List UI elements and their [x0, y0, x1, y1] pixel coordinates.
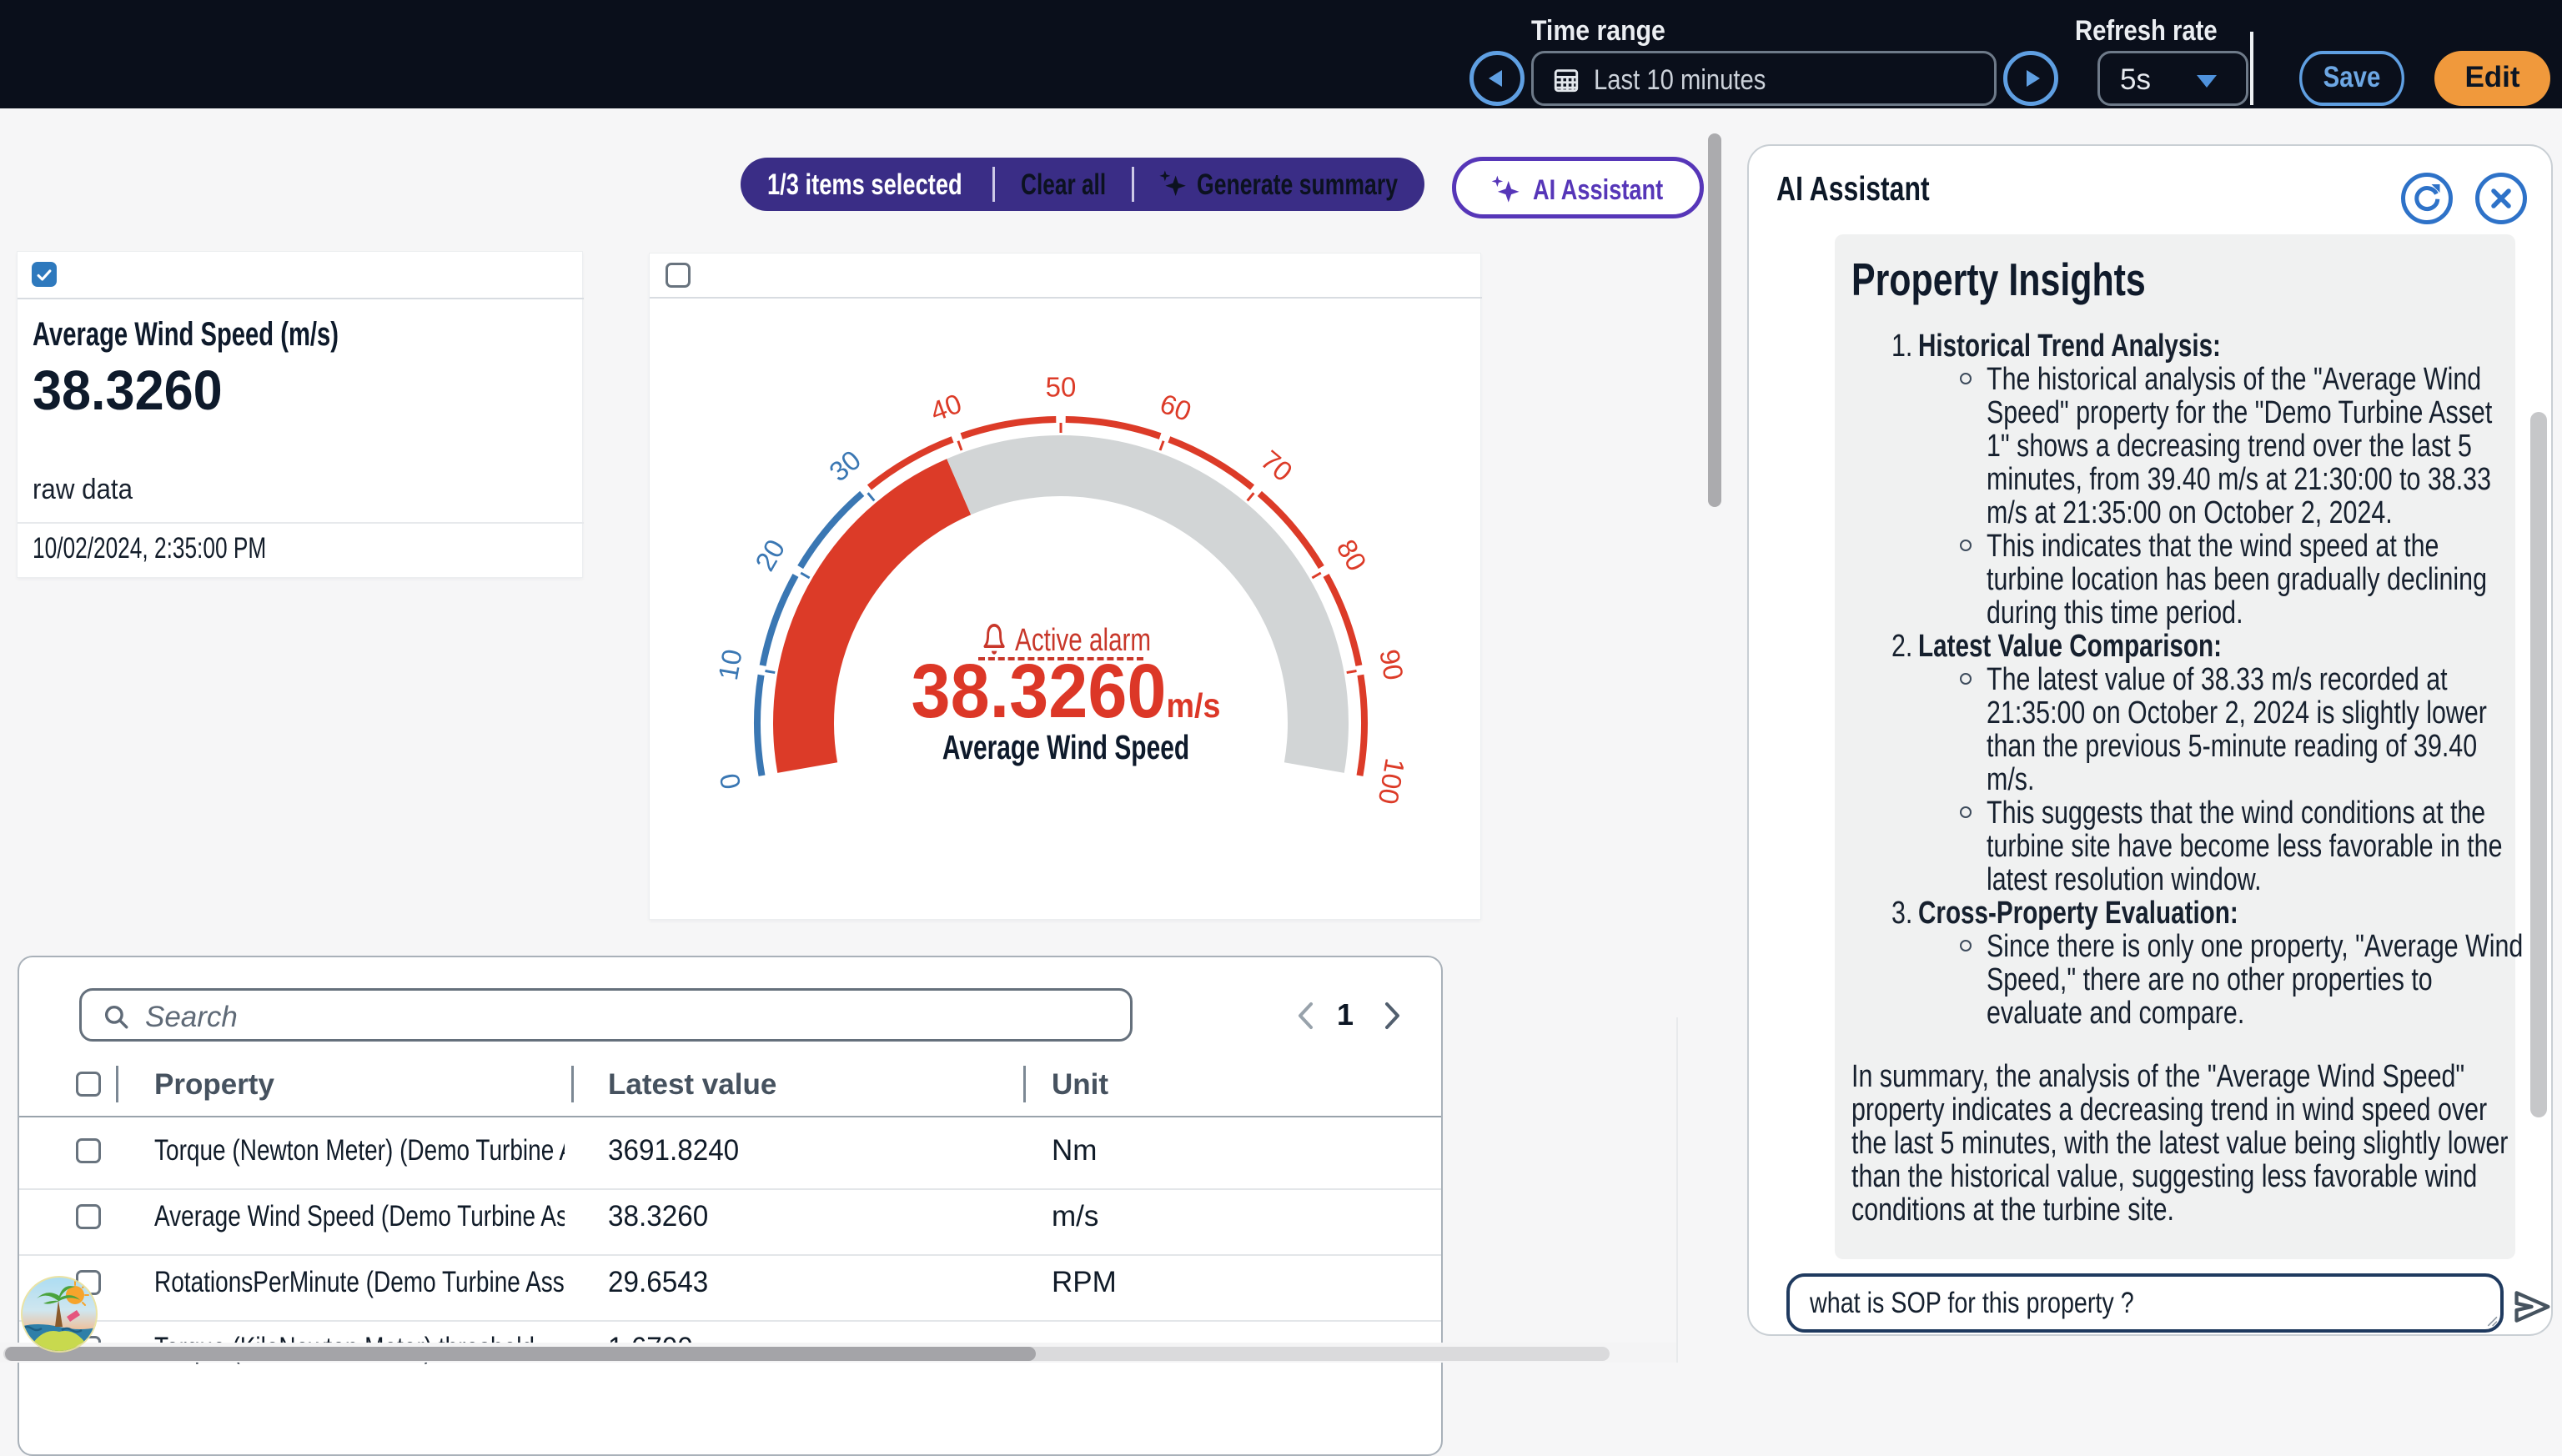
svg-text:80: 80	[1331, 534, 1373, 575]
svg-text:40: 40	[927, 388, 966, 427]
svg-text:60: 60	[1156, 388, 1195, 427]
svg-text:100: 100	[1373, 756, 1411, 807]
svg-text:70: 70	[1255, 444, 1299, 487]
svg-text:30: 30	[823, 444, 867, 487]
svg-text:50: 50	[1046, 372, 1077, 403]
svg-text:0: 0	[714, 771, 747, 792]
svg-text:20: 20	[749, 534, 791, 575]
